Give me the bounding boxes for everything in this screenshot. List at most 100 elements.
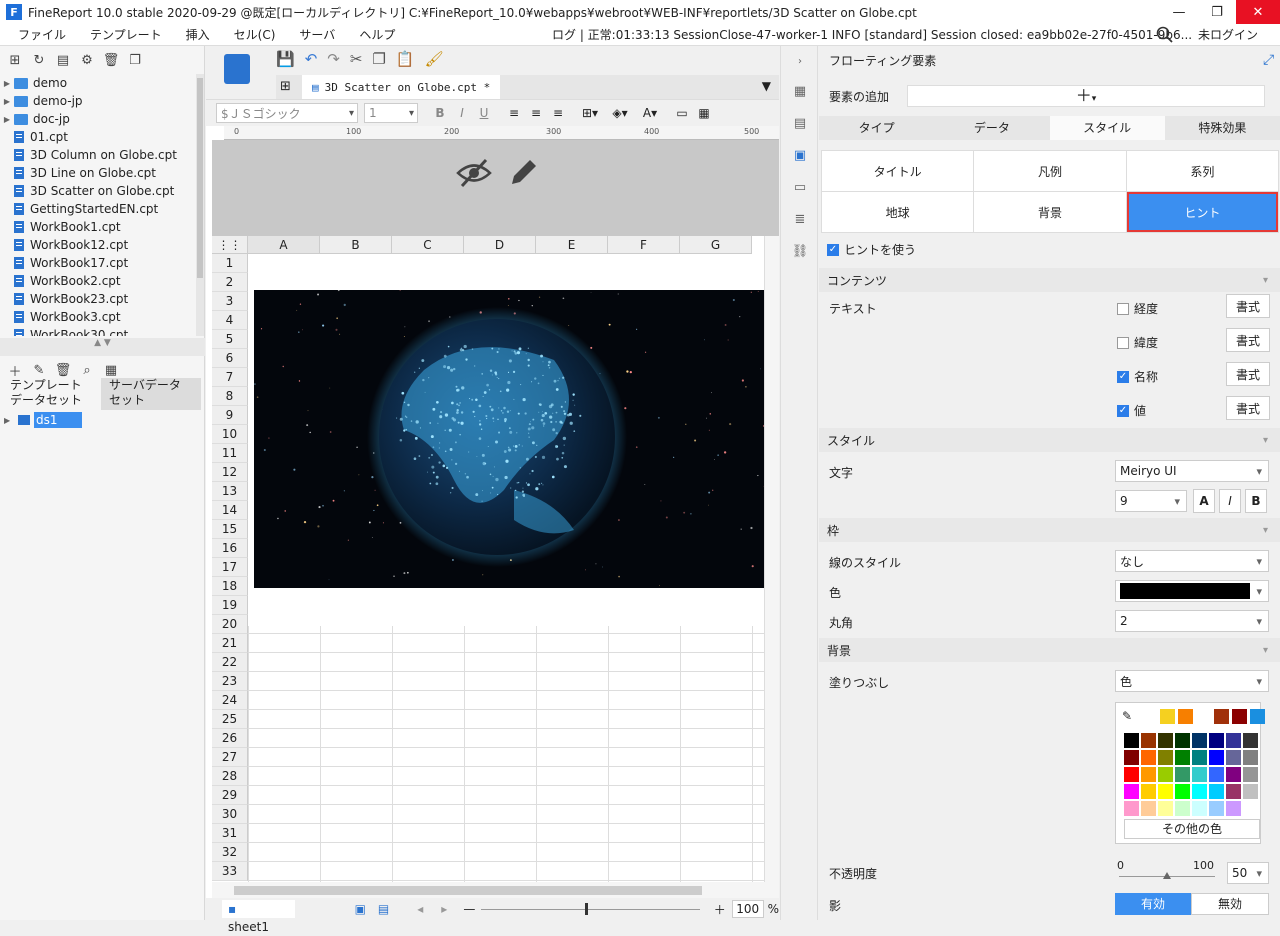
- color-swatch[interactable]: [1209, 801, 1224, 816]
- copy-cell-icon[interactable]: ❐: [372, 50, 385, 68]
- row-header[interactable]: 5: [212, 330, 248, 349]
- color-swatch[interactable]: [1192, 801, 1207, 816]
- cell-element-icon[interactable]: ▤: [791, 114, 809, 132]
- tab-template-dataset[interactable]: テンプレート データセット: [0, 378, 100, 410]
- font-italic-button[interactable]: I: [1219, 489, 1241, 513]
- tree-file[interactable]: 01.cpt: [0, 128, 196, 146]
- maximize-button[interactable]: ❐: [1198, 0, 1236, 24]
- column-header[interactable]: B: [320, 236, 392, 254]
- row-header[interactable]: 21: [212, 634, 248, 653]
- settings-icon[interactable]: ⚙: [78, 51, 96, 69]
- tree-file[interactable]: 3D Line on Globe.cpt: [0, 164, 196, 182]
- row-header[interactable]: 2: [212, 273, 248, 292]
- row-header[interactable]: 1: [212, 254, 248, 273]
- color-swatch[interactable]: [1175, 750, 1190, 765]
- row-header[interactable]: 28: [212, 767, 248, 786]
- vertical-scrollbar[interactable]: [764, 236, 779, 882]
- tree-file[interactable]: WorkBook2.cpt: [0, 272, 196, 290]
- minimize-button[interactable]: —: [1160, 0, 1198, 24]
- expand-arrow-icon[interactable]: ▶: [0, 79, 14, 88]
- row-header[interactable]: 15: [212, 520, 248, 539]
- italic-button[interactable]: I: [452, 106, 472, 120]
- column-header[interactable]: G: [680, 236, 752, 254]
- color-swatch[interactable]: [1124, 767, 1139, 782]
- delete-icon[interactable]: 🗑: [102, 51, 120, 69]
- color-swatch[interactable]: [1209, 733, 1224, 748]
- use-hint-checkbox[interactable]: ✓: [827, 244, 839, 256]
- copy-icon[interactable]: ❐: [126, 51, 144, 69]
- color-swatch[interactable]: [1175, 733, 1190, 748]
- row-header[interactable]: 25: [212, 710, 248, 729]
- save-icon[interactable]: 💾: [276, 50, 295, 68]
- prev-sheet-icon[interactable]: ◂: [417, 902, 423, 916]
- menu-insert[interactable]: 挿入: [174, 26, 222, 43]
- format-button[interactable]: 書式: [1226, 294, 1270, 318]
- row-header[interactable]: 6: [212, 349, 248, 368]
- tree-folder[interactable]: ▶doc-jp: [0, 110, 196, 128]
- opacity-slider[interactable]: [1119, 876, 1215, 877]
- row-header[interactable]: 23: [212, 672, 248, 691]
- collapse-arrow-icon[interactable]: ›: [791, 52, 809, 70]
- globe-chart-image[interactable]: [254, 290, 764, 588]
- color-swatch[interactable]: [1175, 784, 1190, 799]
- undo-icon[interactable]: ↶: [305, 50, 318, 68]
- menu-help[interactable]: ヘルプ: [347, 26, 407, 43]
- tab-server-dataset[interactable]: サーバデータ セット: [101, 378, 201, 410]
- border-icon[interactable]: ⊞▾: [576, 106, 604, 120]
- expand-arrow-icon[interactable]: ▶: [0, 115, 14, 124]
- row-header[interactable]: 31: [212, 824, 248, 843]
- open-icon[interactable]: ▤: [54, 51, 72, 69]
- tab-menu-icon[interactable]: ▼: [762, 79, 771, 93]
- bold-button[interactable]: B: [430, 106, 450, 120]
- color-swatch[interactable]: [1141, 767, 1156, 782]
- shadow-on-button[interactable]: 有効: [1115, 893, 1191, 915]
- login-status[interactable]: 未ログイン: [1198, 26, 1258, 43]
- row-header[interactable]: 18: [212, 577, 248, 596]
- tree-folder[interactable]: ▶demo-jp: [0, 92, 196, 110]
- content-check-row[interactable]: 緯度: [1117, 334, 1158, 351]
- color-swatch[interactable]: [1175, 767, 1190, 782]
- color-palette[interactable]: ✎ その他の色: [1115, 702, 1261, 844]
- tree-file[interactable]: WorkBook30.cpt: [0, 326, 196, 336]
- row-header[interactable]: 14: [212, 501, 248, 520]
- color-swatch[interactable]: [1226, 784, 1241, 799]
- color-swatch[interactable]: [1158, 784, 1173, 799]
- color-swatch[interactable]: [1141, 784, 1156, 799]
- color-swatch[interactable]: [1178, 709, 1193, 724]
- tree-folder[interactable]: ▶demo: [0, 74, 196, 92]
- style-title-button[interactable]: タイトル: [822, 151, 973, 191]
- row-header[interactable]: 9: [212, 406, 248, 425]
- row-header[interactable]: 26: [212, 729, 248, 748]
- preview-icon[interactable]: ⌕: [78, 361, 96, 379]
- color-swatch[interactable]: [1124, 750, 1139, 765]
- fill-color-icon[interactable]: ◈▾: [606, 106, 634, 120]
- content-check-row[interactable]: 経度: [1117, 300, 1158, 317]
- float-element-icon[interactable]: ▣: [791, 146, 809, 164]
- color-swatch[interactable]: [1192, 784, 1207, 799]
- form-icon[interactable]: [224, 54, 250, 84]
- style-hint-button[interactable]: ヒント: [1127, 192, 1278, 232]
- color-swatch[interactable]: [1250, 709, 1265, 724]
- menu-cell[interactable]: セル(C): [222, 26, 288, 43]
- tree-file[interactable]: GettingStartedEN.cpt: [0, 200, 196, 218]
- server-dataset-icon[interactable]: ▦: [102, 361, 120, 379]
- row-header[interactable]: 10: [212, 425, 248, 444]
- file-tab[interactable]: ▤ 3D Scatter on Globe.cpt *: [302, 75, 500, 99]
- format-button[interactable]: 書式: [1226, 396, 1270, 420]
- splitter[interactable]: ▲ ▼: [0, 338, 205, 356]
- menu-server[interactable]: サーバ: [287, 26, 347, 43]
- spreadsheet-grid[interactable]: ⋮⋮ ABCDEFG 12345678910111213141516171819…: [212, 236, 764, 882]
- font-color-icon[interactable]: A▾: [636, 106, 664, 120]
- row-header[interactable]: 32: [212, 843, 248, 862]
- add-sheet-icon[interactable]: ▣: [355, 902, 366, 916]
- content-check-row[interactable]: ✓名称: [1117, 368, 1158, 385]
- color-swatch[interactable]: [1243, 767, 1258, 782]
- row-header[interactable]: 19: [212, 596, 248, 615]
- font-size-select[interactable]: 1: [364, 103, 418, 123]
- section-style[interactable]: スタイル: [819, 428, 1280, 452]
- font-size-input[interactable]: 9: [1115, 490, 1187, 512]
- row-header[interactable]: 27: [212, 748, 248, 767]
- sheet-tab[interactable]: ▪ sheet1: [222, 900, 295, 918]
- search-icon[interactable]: [1156, 26, 1174, 47]
- font-select[interactable]: $ＪＳゴシック: [216, 103, 358, 123]
